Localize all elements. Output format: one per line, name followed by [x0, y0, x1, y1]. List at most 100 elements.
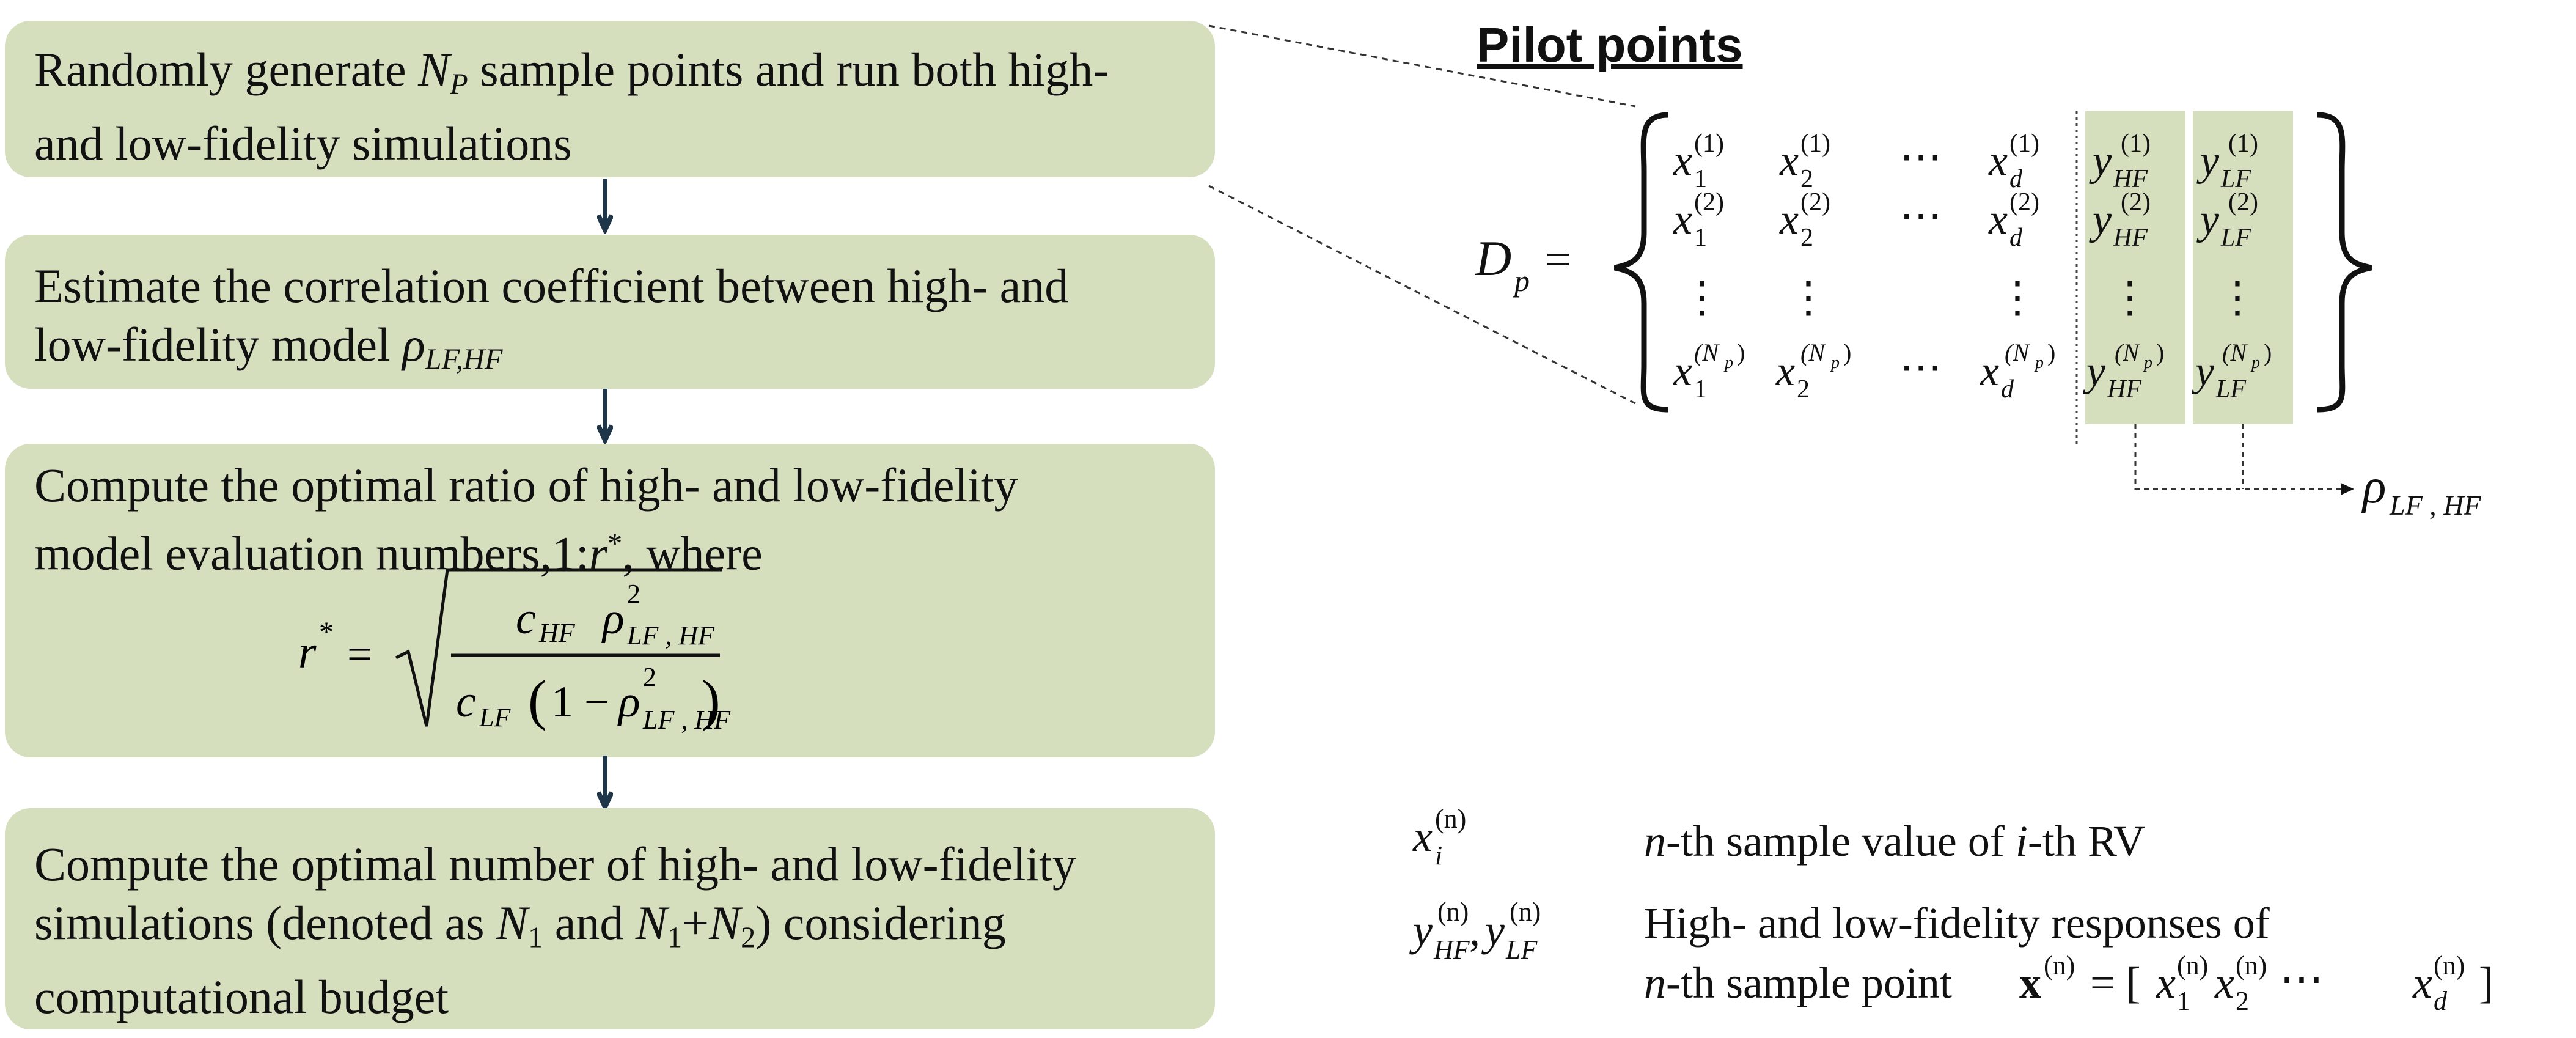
svg-text:(1): (1): [1800, 130, 1830, 158]
svg-text:(N: (N: [2222, 339, 2248, 366]
svg-text:,: ,: [1469, 906, 1480, 955]
svg-text:(n): (n): [2434, 951, 2465, 981]
svg-text:y: y: [1409, 906, 1433, 955]
svg-text:(2): (2): [2121, 188, 2151, 216]
svg-text:LF: LF: [1505, 935, 1538, 965]
connector-hf-to-rho: [2134, 424, 2341, 490]
svg-text:x: x: [1779, 138, 1799, 185]
svg-text:(N: (N: [2005, 339, 2030, 366]
svg-text:p: p: [2034, 353, 2044, 372]
svg-text:(n): (n): [2177, 951, 2208, 981]
svg-text:): ): [1737, 339, 1745, 366]
svg-text:n-th sample point: n-th sample point: [1644, 959, 1952, 1007]
left-brace-icon: [1614, 112, 1669, 413]
svg-text:⋯: ⋯: [1899, 193, 1942, 240]
svg-text:x: x: [2156, 959, 2176, 1007]
svg-text:y: y: [2083, 348, 2106, 395]
svg-text:(N: (N: [1694, 339, 1720, 366]
svg-text:): ): [1843, 339, 1851, 366]
svg-text:1: 1: [2177, 986, 2190, 1016]
legend-symbol-y: y HF (n) , y LF (n): [1409, 897, 1541, 965]
svg-text:(n): (n): [1435, 804, 1466, 834]
svg-text:(n): (n): [1437, 897, 1469, 927]
d-symbol: D: [1475, 230, 1511, 286]
svg-text:2: 2: [1797, 375, 1810, 403]
svg-text:y: y: [2089, 196, 2112, 243]
svg-text:i: i: [1435, 841, 1442, 871]
svg-text:x: x: [1673, 196, 1692, 243]
svg-text:x: x: [1412, 812, 1433, 861]
rho-result: ρ: [2361, 460, 2386, 513]
svg-text:y: y: [2089, 138, 2112, 185]
svg-text:y: y: [2192, 348, 2215, 395]
svg-text:x: x: [1779, 196, 1799, 243]
svg-text:(1): (1): [2009, 130, 2039, 158]
svg-text:⋮: ⋮: [1996, 274, 2039, 322]
svg-text:x: x: [1673, 138, 1692, 185]
svg-text:x: x: [1980, 348, 1999, 395]
svg-text:⋮: ⋮: [2108, 274, 2151, 322]
rho-result-subscript: LF , HF: [2389, 490, 2481, 521]
svg-text:⋮: ⋮: [1787, 274, 1830, 322]
svg-text:(2): (2): [2228, 188, 2258, 216]
svg-text:(N: (N: [2115, 339, 2140, 366]
svg-text:y: y: [2196, 138, 2220, 185]
svg-text:High- and low-fidelity respons: High- and low-fidelity responses of: [1644, 899, 2270, 948]
svg-text:]: ]: [2479, 959, 2493, 1007]
svg-text:1: 1: [1694, 224, 1707, 252]
svg-text:x: x: [1673, 348, 1692, 395]
svg-text:⋯: ⋯: [2280, 955, 2324, 1004]
legend-description-x: n-th sample value of i-th RV: [1644, 817, 2145, 866]
svg-text:y: y: [1481, 906, 1505, 955]
svg-text:HF: HF: [2113, 224, 2148, 252]
legend-symbol-x: x i (n): [1412, 804, 1466, 871]
svg-text:): ): [2047, 339, 2055, 366]
right-brace-icon: [2317, 112, 2372, 413]
svg-text:d: d: [2001, 375, 2014, 403]
svg-text:x: x: [1775, 348, 1795, 395]
svg-text:LF: LF: [2215, 375, 2246, 403]
svg-text:(n): (n): [1510, 897, 1541, 927]
svg-text:(1): (1): [2121, 130, 2151, 158]
svg-text:): ): [2264, 339, 2272, 366]
svg-text:= [: = [: [2090, 959, 2141, 1007]
svg-text:p: p: [2143, 353, 2152, 372]
svg-text:): ): [2156, 339, 2164, 366]
svg-text:n-th sample value of i-th RV: n-th sample value of i-th RV: [1644, 817, 2145, 866]
svg-text:⋮: ⋮: [1681, 274, 1723, 322]
svg-text:x: x: [1988, 138, 2008, 185]
d-subscript-p: p: [1513, 263, 1530, 298]
svg-text:x: x: [2019, 959, 2041, 1007]
svg-text:⋮: ⋮: [2216, 274, 2259, 322]
svg-text:p: p: [2250, 353, 2260, 372]
svg-text:2: 2: [2236, 986, 2249, 1016]
svg-text:(n): (n): [2044, 951, 2075, 981]
svg-text:x: x: [2214, 959, 2234, 1007]
svg-text:1: 1: [1694, 375, 1707, 403]
svg-text:x: x: [1988, 196, 2008, 243]
svg-text:x: x: [2412, 959, 2432, 1007]
svg-text:⋯: ⋯: [1899, 134, 1942, 181]
svg-text:HF: HF: [1433, 935, 1470, 965]
svg-text:2: 2: [1800, 224, 1813, 252]
connector-line-bottom: [1208, 185, 1636, 405]
svg-text:(2): (2): [2009, 188, 2039, 216]
svg-text:d: d: [2434, 986, 2448, 1016]
svg-text:(2): (2): [1694, 188, 1724, 216]
svg-text:p: p: [1830, 353, 1840, 372]
svg-text:d: d: [2009, 224, 2023, 252]
svg-text:(n): (n): [2236, 951, 2267, 981]
svg-text:HF: HF: [2107, 375, 2141, 403]
d-equals: =: [1545, 234, 1571, 285]
pilot-matrix: D p = x 1 (1) x 2 (1) ⋯ x d (1) y HF (1)…: [1208, 24, 2493, 1016]
svg-text:(N: (N: [1800, 339, 1826, 366]
arrow-right-icon: [2341, 483, 2354, 495]
svg-text:⋯: ⋯: [1899, 344, 1942, 391]
svg-text:(2): (2): [1800, 188, 1830, 216]
svg-text:p: p: [1723, 353, 1733, 372]
svg-text:y: y: [2196, 196, 2220, 243]
svg-text:(1): (1): [1694, 130, 1724, 158]
legend-description-y: High- and low-fidelity responses of n-th…: [1644, 899, 2493, 1016]
svg-text:(1): (1): [2228, 130, 2258, 158]
connector-line-top: [1208, 24, 1636, 108]
